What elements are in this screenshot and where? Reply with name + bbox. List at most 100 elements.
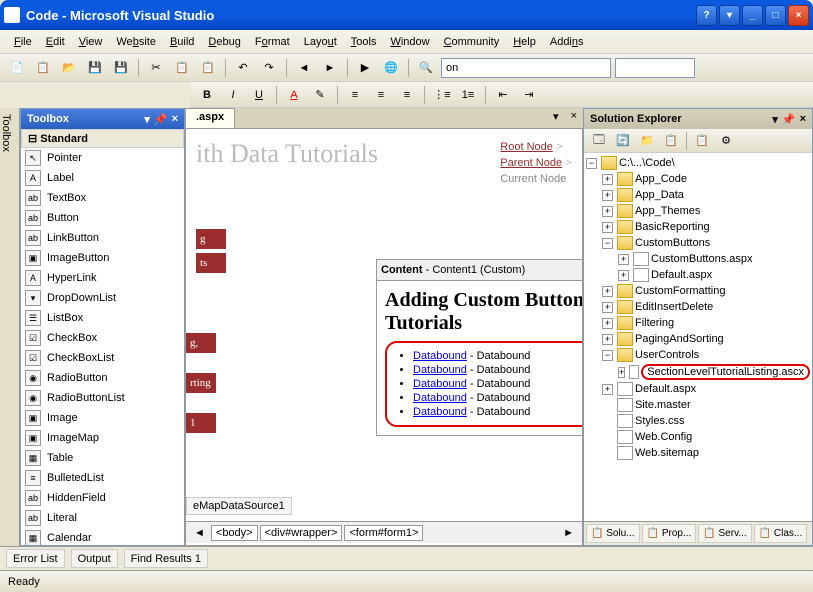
minimize-button[interactable]: _ bbox=[742, 5, 763, 26]
toolbox-close-icon[interactable]: × bbox=[172, 113, 178, 126]
nav-fwd-button[interactable]: ► bbox=[319, 57, 341, 79]
menu-view[interactable]: View bbox=[73, 33, 109, 51]
bottom-tab-error-list[interactable]: Error List bbox=[6, 549, 65, 568]
indent-button[interactable]: ⇥ bbox=[518, 84, 540, 106]
tree-toggle-icon[interactable]: + bbox=[602, 174, 613, 185]
toolbox-dropdown-icon[interactable]: ▾ bbox=[144, 113, 150, 126]
menu-window[interactable]: Window bbox=[384, 33, 435, 51]
databound-link[interactable]: Databound bbox=[413, 364, 467, 376]
menu-layout[interactable]: Layout bbox=[298, 33, 343, 51]
find-button[interactable]: 🔍 bbox=[415, 57, 437, 79]
align-right-button[interactable]: ≡ bbox=[396, 84, 418, 106]
tree-toggle-icon[interactable]: + bbox=[602, 334, 613, 345]
tree-file-Web.Config[interactable]: Web.Config bbox=[586, 429, 810, 445]
sol-nest-button[interactable]: 📁 bbox=[636, 130, 658, 152]
redo-button[interactable]: ↷ bbox=[258, 57, 280, 79]
dropdown-window-button[interactable]: ▾ bbox=[719, 5, 740, 26]
sol-properties-button[interactable]: 🗔 bbox=[588, 130, 610, 152]
tree-toggle-icon[interactable]: + bbox=[602, 222, 613, 233]
tree-toggle-icon[interactable]: + bbox=[602, 286, 613, 297]
tree-toggle-icon[interactable]: + bbox=[602, 302, 613, 313]
toolbox-item-listbox[interactable]: ☰ListBox bbox=[21, 308, 184, 328]
sol-refresh-button[interactable]: 🔄 bbox=[612, 130, 634, 152]
menu-debug[interactable]: Debug bbox=[202, 33, 246, 51]
datasource-control[interactable]: eMapDataSource1 bbox=[186, 497, 292, 515]
solution-close-icon[interactable]: × bbox=[800, 113, 806, 126]
tag-wrapper[interactable]: <div#wrapper> bbox=[260, 525, 343, 541]
content-placeholder[interactable]: Content - Content1 (Custom) Adding Custo… bbox=[376, 259, 582, 436]
toolbox-item-button[interactable]: abButton bbox=[21, 208, 184, 228]
breadcrumb-parent[interactable]: Parent Node bbox=[500, 157, 562, 169]
document-tab-aspx[interactable]: .aspx bbox=[185, 108, 235, 128]
save-all-button[interactable]: 💾 bbox=[110, 57, 132, 79]
toolbox-item-linkbutton[interactable]: abLinkButton bbox=[21, 228, 184, 248]
tag-form[interactable]: <form#form1> bbox=[344, 525, 423, 541]
close-button[interactable]: × bbox=[788, 5, 809, 26]
menu-format[interactable]: Format bbox=[249, 33, 296, 51]
toolbox-item-hyperlink[interactable]: AHyperLink bbox=[21, 268, 184, 288]
start-debug-button[interactable]: ▶ bbox=[354, 57, 376, 79]
menu-file[interactable]: File bbox=[8, 33, 38, 51]
toolbox-pin-icon[interactable]: 📌 bbox=[154, 113, 168, 126]
maximize-button[interactable]: □ bbox=[765, 5, 786, 26]
toolbox-item-checkboxlist[interactable]: ☑CheckBoxList bbox=[21, 348, 184, 368]
new-project-button[interactable]: 📄 bbox=[6, 57, 28, 79]
tree-toggle-icon[interactable]: + bbox=[602, 318, 613, 329]
document-dropdown-icon[interactable]: ▾ bbox=[547, 108, 565, 128]
toolbox-autohide-tab[interactable]: Toolbox bbox=[0, 108, 20, 546]
bullet-list-button[interactable]: ⋮≡ bbox=[431, 84, 453, 106]
menu-community[interactable]: Community bbox=[438, 33, 506, 51]
help-window-button[interactable]: ? bbox=[696, 5, 717, 26]
tree-toggle-icon[interactable]: − bbox=[602, 238, 613, 249]
sol-config-button[interactable]: ⚙ bbox=[715, 130, 737, 152]
toolbox-item-label[interactable]: ALabel bbox=[21, 168, 184, 188]
tree-file-Styles.css[interactable]: Styles.css bbox=[586, 413, 810, 429]
databound-link[interactable]: Databound bbox=[413, 406, 467, 418]
tree-toggle-icon[interactable]: − bbox=[586, 158, 597, 169]
tree-toggle-icon[interactable]: + bbox=[618, 254, 629, 265]
tree-toggle-icon[interactable]: + bbox=[602, 206, 613, 217]
toolbox-item-literal[interactable]: abLiteral bbox=[21, 508, 184, 528]
highlight-button[interactable]: ✎ bbox=[309, 84, 331, 106]
toolbox-item-table[interactable]: ▦Table bbox=[21, 448, 184, 468]
tree-root[interactable]: − C:\...\Code\ bbox=[586, 155, 810, 171]
toolbox-category-standard[interactable]: ⊟ Standard bbox=[21, 129, 184, 148]
add-item-button[interactable]: 📋 bbox=[32, 57, 54, 79]
undo-button[interactable]: ↶ bbox=[232, 57, 254, 79]
menu-website[interactable]: Website bbox=[110, 33, 162, 51]
bottom-tab-find-results-1[interactable]: Find Results 1 bbox=[124, 549, 208, 568]
toolbox-item-imagemap[interactable]: ▣ImageMap bbox=[21, 428, 184, 448]
underline-button[interactable]: U bbox=[248, 84, 270, 106]
tree-toggle-icon[interactable]: + bbox=[602, 190, 613, 201]
config-combo[interactable] bbox=[615, 58, 695, 78]
tree-folder-BasicReporting[interactable]: + BasicReporting bbox=[586, 219, 810, 235]
tree-folder-Filtering[interactable]: + Filtering bbox=[586, 315, 810, 331]
toolbox-item-radiobutton[interactable]: ◉RadioButton bbox=[21, 368, 184, 388]
toolbox-item-image[interactable]: ▣Image bbox=[21, 408, 184, 428]
outdent-button[interactable]: ⇤ bbox=[492, 84, 514, 106]
number-list-button[interactable]: 1≡ bbox=[457, 84, 479, 106]
nav-back-button[interactable]: ◄ bbox=[293, 57, 315, 79]
tree-toggle-icon[interactable]: + bbox=[618, 367, 625, 378]
sol-showall-button[interactable]: 📋 bbox=[660, 130, 682, 152]
toolbox-item-textbox[interactable]: abTextBox bbox=[21, 188, 184, 208]
align-left-button[interactable]: ≡ bbox=[344, 84, 366, 106]
find-combo[interactable]: on bbox=[441, 58, 611, 78]
menu-help[interactable]: Help bbox=[507, 33, 542, 51]
browse-button[interactable]: 🌐 bbox=[380, 57, 402, 79]
toolbox-item-hiddenfield[interactable]: abHiddenField bbox=[21, 488, 184, 508]
bold-button[interactable]: B bbox=[196, 84, 218, 106]
font-color-button[interactable]: A bbox=[283, 84, 305, 106]
tree-file-Default.aspx[interactable]: + Default.aspx bbox=[586, 381, 810, 397]
panel-tab-solu[interactable]: 📋 Solu... bbox=[586, 524, 640, 543]
toolbox-item-radiobuttonlist[interactable]: ◉RadioButtonList bbox=[21, 388, 184, 408]
tree-toggle-icon[interactable]: + bbox=[602, 384, 613, 395]
tree-folder-App_Data[interactable]: + App_Data bbox=[586, 187, 810, 203]
tree-toggle-icon[interactable]: − bbox=[602, 350, 613, 361]
toolbox-item-imagebutton[interactable]: ▣ImageButton bbox=[21, 248, 184, 268]
italic-button[interactable]: I bbox=[222, 84, 244, 106]
menu-addins[interactable]: Addins bbox=[544, 33, 590, 51]
solution-pin-icon[interactable]: 📌 bbox=[782, 113, 796, 126]
save-button[interactable]: 💾 bbox=[84, 57, 106, 79]
toolbox-item-calendar[interactable]: ▦Calendar bbox=[21, 528, 184, 545]
